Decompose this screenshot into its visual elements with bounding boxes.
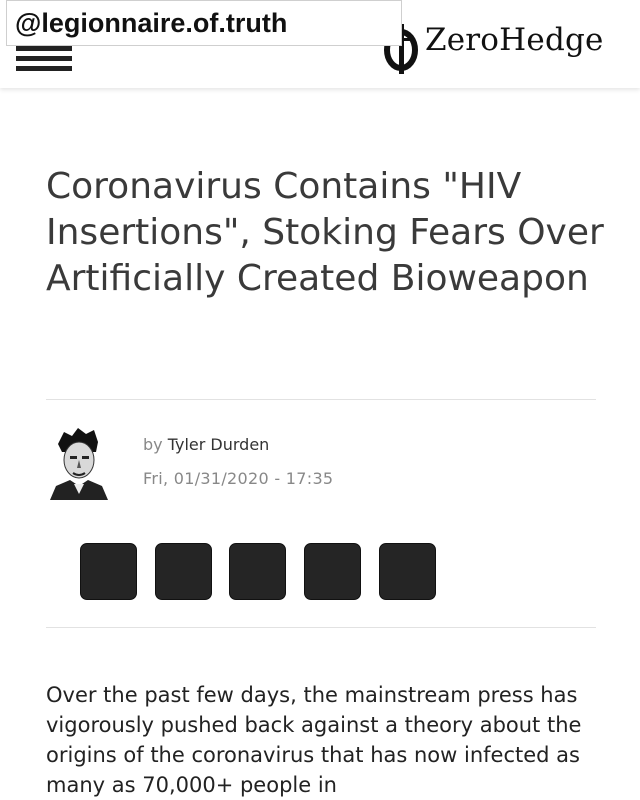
- menu-bar-1: [16, 46, 72, 51]
- share-button-3[interactable]: [229, 543, 286, 600]
- site-header: ZeroHedge @legionnaire.of.truth: [0, 0, 640, 88]
- share-button-2[interactable]: [155, 543, 212, 600]
- article-title: Coronavirus Contains "HIV Insertions", S…: [46, 166, 604, 299]
- article-date: Fri, 01/31/2020 - 17:35: [143, 469, 334, 488]
- share-button-1[interactable]: [80, 543, 137, 600]
- watermark-handle: @legionnaire.of.truth: [6, 0, 402, 46]
- author-avatar: [46, 424, 112, 500]
- share-button-5[interactable]: [379, 543, 436, 600]
- divider-top: [46, 399, 596, 400]
- author-link[interactable]: Tyler Durden: [168, 435, 270, 454]
- byline-prefix: by: [143, 435, 163, 454]
- menu-bar-3: [16, 66, 72, 71]
- article-byline: by Tyler Durden: [143, 435, 269, 454]
- article-body-paragraph: Over the past few days, the mainstream p…: [46, 683, 582, 797]
- menu-bar-2: [16, 56, 72, 61]
- divider-bottom: [46, 627, 596, 628]
- share-button-4[interactable]: [304, 543, 361, 600]
- site-name: ZeroHedge: [425, 22, 604, 58]
- hamburger-menu-icon[interactable]: [16, 46, 72, 72]
